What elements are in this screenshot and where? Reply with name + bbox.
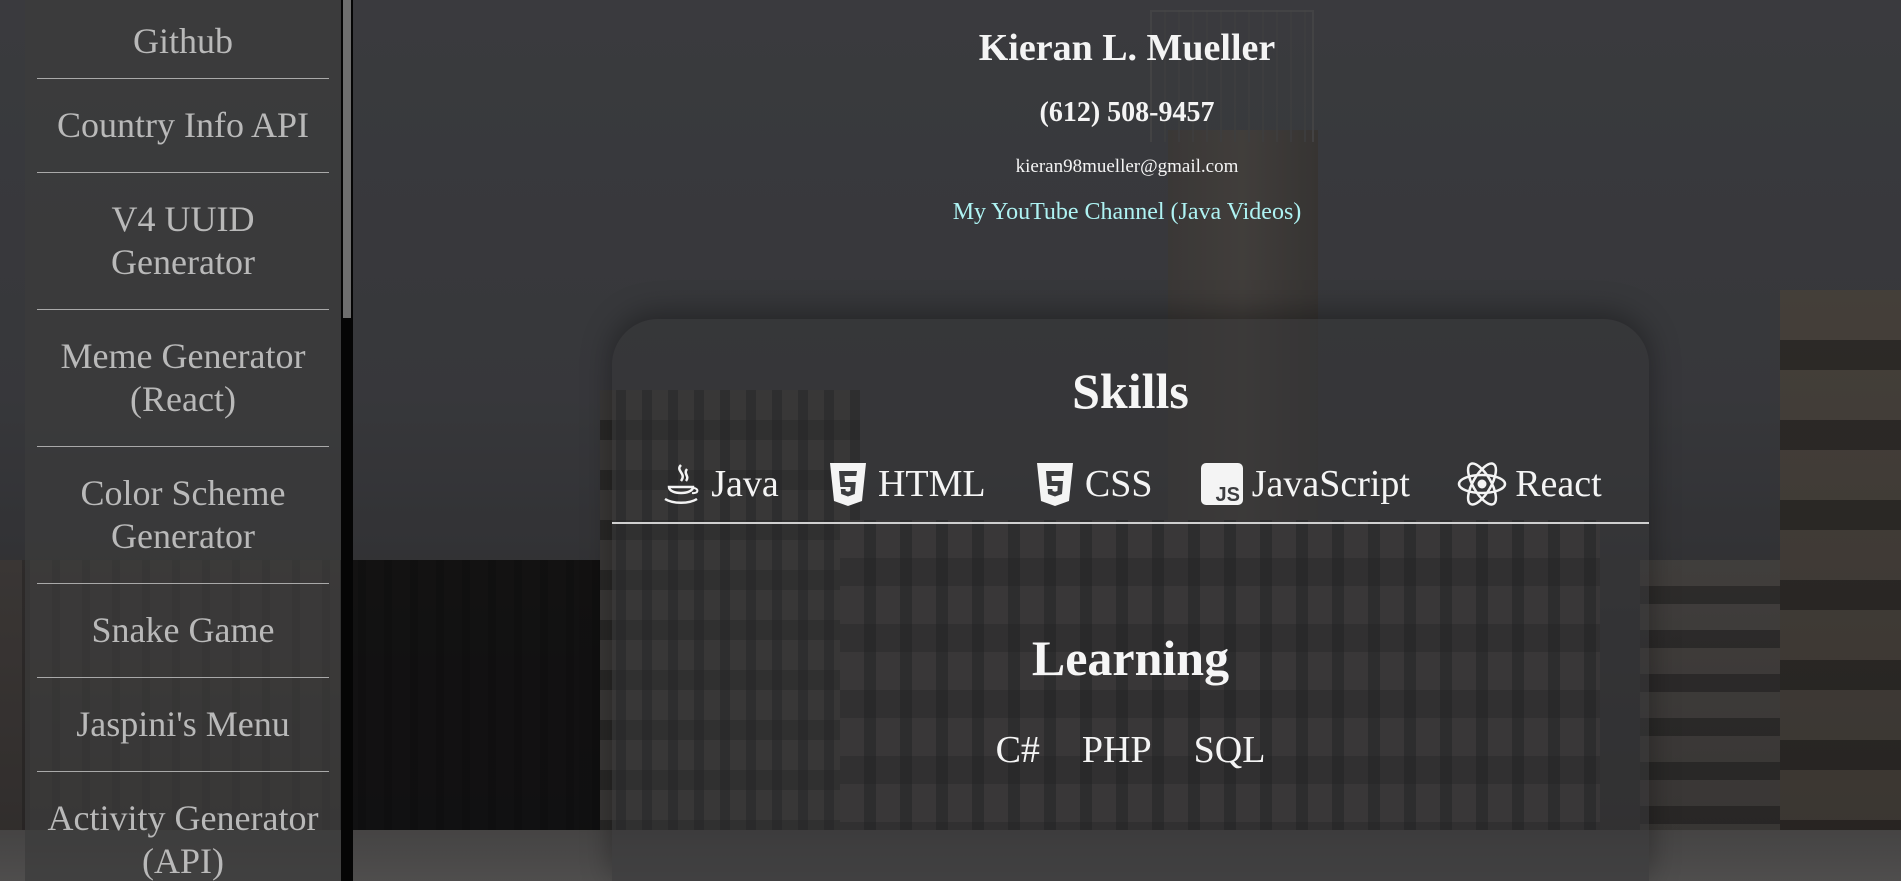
javascript-icon: JS bbox=[1200, 461, 1244, 507]
phone-number: (612) 508-9457 bbox=[1039, 97, 1215, 128]
html5-icon bbox=[826, 461, 870, 507]
sidebar-item-label-line: Activity Generator bbox=[47, 798, 319, 838]
sidebar-item-jaspinis-menu[interactable]: Jaspini's Menu bbox=[37, 678, 329, 772]
skill-label: HTML bbox=[877, 463, 986, 505]
sidebar-item-label: Snake Game bbox=[91, 610, 275, 650]
css3-icon bbox=[1033, 461, 1077, 507]
section-divider bbox=[612, 522, 1649, 524]
project-sidebar: Github Country Info API V4 UUID Generato… bbox=[25, 0, 341, 881]
svg-text:JS: JS bbox=[1215, 484, 1239, 506]
learning-item: PHP bbox=[1081, 729, 1152, 771]
sidebar-item-label: Country Info API bbox=[57, 105, 309, 145]
skill-javascript: JS JavaScript bbox=[1200, 461, 1410, 507]
sidebar-item-label-line: Generator bbox=[111, 516, 255, 556]
sidebar-scrollbar[interactable] bbox=[341, 0, 353, 881]
learning-item: C# bbox=[995, 729, 1040, 771]
skill-react: React bbox=[1457, 461, 1602, 507]
sidebar-item-color-scheme-generator[interactable]: Color Scheme Generator bbox=[37, 447, 329, 584]
skills-card: Skills Java HTML CSS JS JavaScript React… bbox=[612, 319, 1649, 881]
sidebar-item-label-line: (API) bbox=[142, 841, 224, 881]
sidebar-item-label-line: (React) bbox=[130, 379, 236, 419]
sidebar-item-label: Github bbox=[132, 21, 233, 61]
sidebar-item-label-line: Color Scheme bbox=[80, 473, 286, 513]
skill-label: JavaScript bbox=[1251, 463, 1410, 505]
sidebar-item-label-line: Generator bbox=[111, 242, 255, 282]
youtube-channel-link[interactable]: My YouTube Channel (Java Videos) bbox=[353, 197, 1901, 227]
project-nav-list: Github Country Info API V4 UUID Generato… bbox=[25, 0, 341, 881]
sidebar-item-label-line: V4 UUID bbox=[111, 199, 255, 239]
skill-html: HTML bbox=[826, 461, 986, 507]
sidebar-item-label-line: Meme Generator bbox=[60, 336, 306, 376]
skill-label: Java bbox=[711, 463, 779, 505]
react-icon bbox=[1457, 461, 1507, 507]
skills-list: Java HTML CSS JS JavaScript React bbox=[612, 459, 1649, 509]
skill-java: Java bbox=[659, 461, 779, 507]
sidebar-item-activity-generator[interactable]: Activity Generator (API) bbox=[37, 772, 329, 881]
learning-item: SQL bbox=[1193, 729, 1266, 771]
java-icon bbox=[659, 461, 703, 507]
sidebar-scrollbar-thumb[interactable] bbox=[343, 0, 351, 318]
skill-css: CSS bbox=[1033, 461, 1153, 507]
sidebar-item-label: Jaspini's Menu bbox=[76, 704, 290, 744]
skill-label: CSS bbox=[1084, 463, 1153, 505]
sidebar-item-meme-generator[interactable]: Meme Generator (React) bbox=[37, 310, 329, 447]
page-title: Kieran L. Mueller bbox=[978, 27, 1276, 69]
skill-label: React bbox=[1515, 463, 1602, 505]
sidebar-item-snake-game[interactable]: Snake Game bbox=[37, 584, 329, 678]
sidebar-item-country-info-api[interactable]: Country Info API bbox=[37, 79, 329, 173]
learning-heading: Learning bbox=[1031, 630, 1230, 686]
sidebar-item-uuid-generator[interactable]: V4 UUID Generator bbox=[37, 173, 329, 310]
learning-list: C# PHP SQL bbox=[612, 728, 1649, 778]
skills-heading: Skills bbox=[1072, 363, 1189, 419]
email-address: kieran98mueller@gmail.com bbox=[1015, 156, 1239, 177]
sidebar-item-github[interactable]: Github bbox=[37, 0, 329, 79]
